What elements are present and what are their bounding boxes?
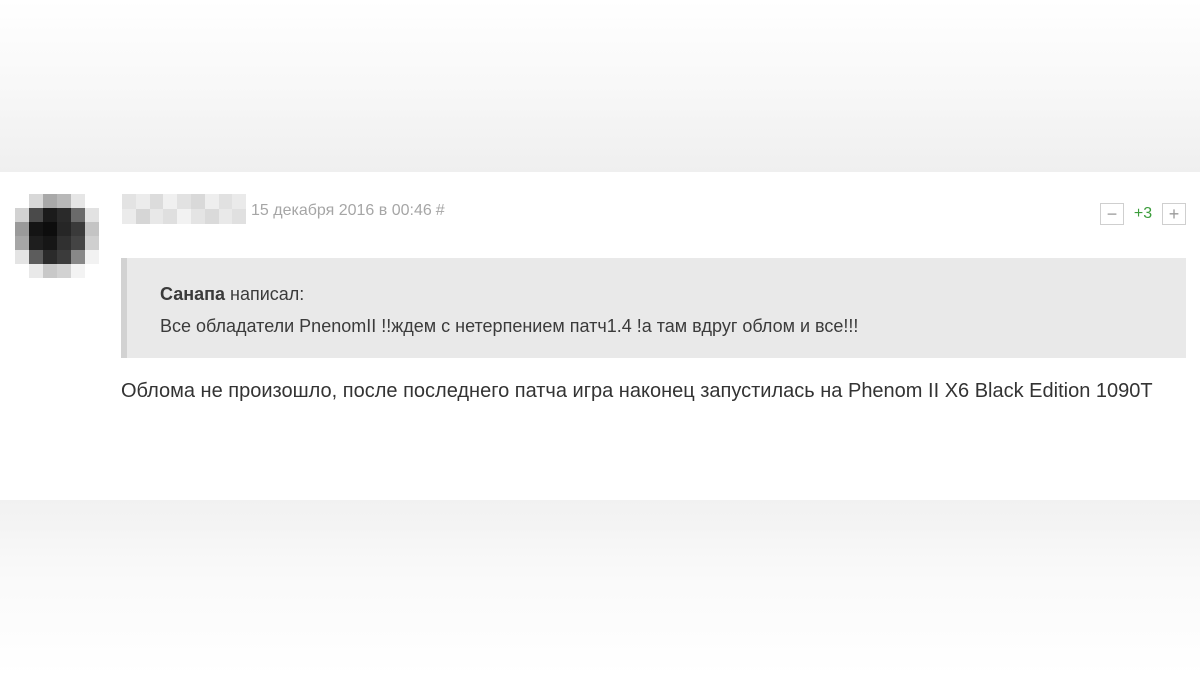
username-pixel <box>190 194 205 209</box>
avatar-pixel <box>71 222 85 236</box>
avatar-pixel <box>85 208 99 222</box>
username-pixel <box>232 194 247 209</box>
avatar-pixel <box>29 236 43 250</box>
avatar-pixel <box>57 236 71 250</box>
permalink-anchor[interactable]: # <box>436 202 445 219</box>
comment-card: 15 декабря 2016 в 00:46 # − +3 + Санапа н… <box>0 172 1200 500</box>
avatar-pixel <box>29 222 43 236</box>
rating-control: − +3 + <box>1100 203 1186 225</box>
avatar-pixel <box>43 194 57 208</box>
avatar-pixel <box>43 208 57 222</box>
username-pixel <box>204 209 219 224</box>
username-pixel <box>190 209 205 224</box>
username-pixel <box>122 194 136 209</box>
avatar-pixel <box>29 208 43 222</box>
username-pixelated[interactable] <box>122 194 247 224</box>
avatar-pixel <box>15 236 29 250</box>
avatar-pixel <box>71 194 85 208</box>
avatar-pixel <box>85 194 99 208</box>
avatar-pixel <box>15 222 29 236</box>
avatar-pixel <box>29 250 43 264</box>
avatar-pixel <box>57 208 71 222</box>
username-pixel <box>177 194 191 209</box>
avatar-pixel <box>29 264 43 278</box>
avatar-pixel <box>57 250 71 264</box>
avatar-pixel <box>71 236 85 250</box>
username-pixel <box>232 209 247 224</box>
vote-up-button[interactable]: + <box>1162 203 1186 225</box>
avatar-pixel <box>85 250 99 264</box>
avatar-pixel <box>15 208 29 222</box>
quote-author[interactable]: Санапа <box>160 284 225 304</box>
vote-down-button[interactable]: − <box>1100 203 1124 225</box>
avatar-pixel <box>15 194 29 208</box>
top-background <box>0 0 1200 172</box>
avatar-pixel <box>29 194 43 208</box>
avatar[interactable] <box>15 194 99 278</box>
avatar-pixel <box>43 222 57 236</box>
username-pixel <box>177 209 191 224</box>
avatar-pixel <box>57 264 71 278</box>
quote-block: Санапа написал: Все обладатели PnenomII … <box>121 258 1186 358</box>
avatar-pixel <box>85 222 99 236</box>
bottom-background <box>0 500 1200 675</box>
avatar-pixel <box>43 264 57 278</box>
username-pixel <box>204 194 219 209</box>
username-pixel <box>218 209 233 224</box>
avatar-pixel <box>71 250 85 264</box>
rating-score: +3 <box>1133 205 1153 222</box>
avatar-pixel <box>85 236 99 250</box>
username-pixel <box>149 194 164 209</box>
comment-date: 15 декабря 2016 в 00:46 <box>251 202 432 219</box>
username-pixel <box>149 209 164 224</box>
comment-meta: 15 декабря 2016 в 00:46 # <box>251 202 445 220</box>
username-pixel <box>122 209 136 224</box>
username-pixel <box>135 209 150 224</box>
username-pixel <box>135 194 150 209</box>
avatar-pixel <box>85 264 99 278</box>
username-pixel <box>218 194 233 209</box>
avatar-pixel <box>15 250 29 264</box>
avatar-pixel <box>57 194 71 208</box>
username-pixel <box>163 194 178 209</box>
quote-wrote-label: написал: <box>230 284 305 304</box>
quote-header: Санапа написал: <box>160 278 1186 310</box>
avatar-pixel <box>43 236 57 250</box>
avatar-pixel <box>71 208 85 222</box>
comment-text: Облома не произошло, после последнего па… <box>121 380 1153 402</box>
quote-text: Все обладатели PnenomII !!ждем с нетерпе… <box>160 316 859 336</box>
username-pixel <box>163 209 178 224</box>
avatar-pixel <box>71 264 85 278</box>
avatar-pixel <box>15 264 29 278</box>
avatar-pixel <box>57 222 71 236</box>
avatar-pixel <box>43 250 57 264</box>
